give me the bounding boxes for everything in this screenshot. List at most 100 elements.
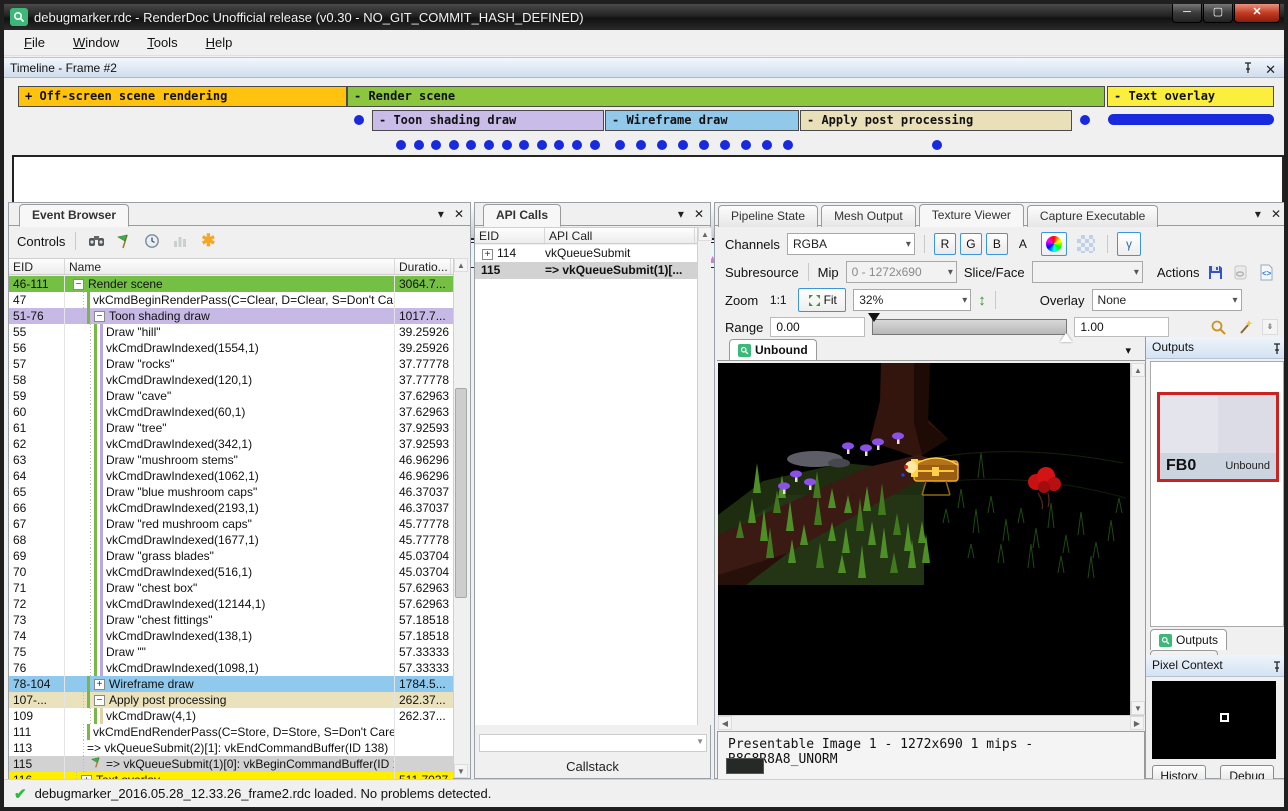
chevron-down-icon[interactable]: ▾ — [1125, 344, 1131, 357]
event-row[interactable]: 63Draw "mushroom stems"46.96296 — [9, 452, 453, 468]
draw-dot-icon[interactable] — [414, 140, 424, 150]
event-row[interactable]: 60vkCmdDrawIndexed(60,1)37.62963 — [9, 404, 453, 420]
timeline-marker[interactable]: - Apply post processing — [800, 110, 1072, 131]
event-row[interactable]: 57Draw "rocks"37.77778 — [9, 356, 453, 372]
event-browser-vscrollbar[interactable]: ▲ ▼ — [453, 258, 467, 778]
event-row[interactable]: 113=> vkQueueSubmit(2)[1]: vkEndCommandB… — [9, 740, 453, 756]
channel-g-button[interactable]: G — [960, 233, 982, 255]
collapse-range-button[interactable]: ⇟ — [1262, 319, 1278, 335]
channels-select[interactable]: RGBA — [787, 233, 915, 255]
column-header[interactable]: EID — [9, 259, 65, 274]
event-row[interactable]: 61Draw "tree"37.92593 — [9, 420, 453, 436]
draw-dot-icon[interactable] — [431, 140, 441, 150]
draw-dot-icon[interactable] — [519, 140, 529, 150]
channel-a-button[interactable]: A — [1012, 233, 1034, 255]
column-header[interactable]: API Call — [545, 228, 695, 243]
menu-window[interactable]: Window — [73, 35, 119, 50]
tab-event-browser[interactable]: Event Browser — [19, 204, 129, 227]
event-row[interactable]: 72vkCmdDrawIndexed(12144,1)57.62963 — [9, 596, 453, 612]
expand-icon[interactable]: + — [482, 249, 493, 260]
collapse-icon[interactable]: − — [94, 695, 105, 706]
event-row[interactable]: 65Draw "blue mushroom caps"46.37037 — [9, 484, 453, 500]
event-row[interactable]: 58vkCmdDrawIndexed(120,1)37.77778 — [9, 372, 453, 388]
draw-dot-icon[interactable] — [657, 140, 667, 150]
draw-dot-icon[interactable] — [636, 140, 646, 150]
draw-dot-icon[interactable] — [699, 140, 709, 150]
event-row[interactable]: 109vkCmdDraw(4,1)262.37... — [9, 708, 453, 724]
timeline-marker[interactable]: - Toon shading draw — [372, 110, 604, 131]
pixel-context-canvas[interactable] — [1152, 681, 1276, 759]
event-row[interactable]: 46-111−Render scene3064.7... — [9, 276, 453, 292]
tab-mesh-output[interactable]: Mesh Output — [821, 205, 916, 227]
flip-y-icon[interactable]: ↕ — [978, 292, 986, 309]
channel-r-button[interactable]: R — [934, 233, 956, 255]
output-thumbnail-fb0[interactable]: FB0 Unbound — [1157, 392, 1279, 482]
draw-dot-icon[interactable] — [720, 140, 730, 150]
mip-select[interactable]: 0 - 1272x690 — [846, 261, 957, 283]
collapse-icon[interactable]: − — [94, 311, 105, 322]
zoom-fit-button[interactable]: Fit — [798, 288, 846, 312]
texture-hscrollbar[interactable]: ◀ ▶ — [718, 715, 1144, 729]
chevron-down-icon[interactable]: ▾ — [1255, 207, 1261, 221]
expand-icon[interactable]: + — [94, 679, 105, 690]
stats-icon[interactable] — [170, 232, 190, 250]
timeline-marker[interactable]: + Off-screen scene rendering — [18, 86, 347, 107]
texture-vscrollbar[interactable]: ▲ ▼ — [1130, 363, 1144, 715]
event-row[interactable]: 75Draw ""57.33333 — [9, 644, 453, 660]
callstack-list[interactable]: ▼ — [479, 734, 707, 752]
event-row[interactable]: 68vkCmdDrawIndexed(1677,1)45.77778 — [9, 532, 453, 548]
event-row[interactable]: 78-104+Wireframe draw1784.5... — [9, 676, 453, 692]
chevron-down-icon[interactable]: ▾ — [678, 207, 684, 221]
link-icon[interactable] — [1232, 263, 1251, 281]
minimize-button[interactable]: ─ — [1172, 4, 1202, 23]
event-row[interactable]: 107-...−Apply post processing262.37... — [9, 692, 453, 708]
event-row[interactable]: 115=> vkQueueSubmit(1)[0]: vkBeginComman… — [9, 756, 453, 772]
draw-dot-icon[interactable] — [354, 115, 364, 125]
event-row[interactable]: 74vkCmdDrawIndexed(138,1)57.18518 — [9, 628, 453, 644]
event-row[interactable]: 73Draw "chest fittings"57.18518 — [9, 612, 453, 628]
texture-image[interactable] — [718, 363, 1130, 715]
tab-capture-executable[interactable]: Capture Executable — [1027, 205, 1158, 227]
event-row[interactable]: 47vkCmdBeginRenderPass(C=Clear, D=Clear,… — [9, 292, 453, 308]
clock-icon[interactable] — [142, 232, 162, 250]
pin-icon[interactable] — [1272, 659, 1282, 680]
api-calls-vscrollbar[interactable]: ▲ — [697, 227, 711, 725]
tab-api-calls[interactable]: API Calls — [483, 204, 561, 227]
event-row[interactable]: 69Draw "grass blades"45.03704 — [9, 548, 453, 564]
draw-dot-icon[interactable] — [537, 140, 547, 150]
event-row[interactable]: 71Draw "chest box"57.62963 — [9, 580, 453, 596]
api-call-row[interactable]: 115=> vkQueueSubmit(1)[... — [475, 262, 697, 279]
close-icon[interactable]: ✕ — [1265, 60, 1276, 80]
draw-dot-icon[interactable] — [572, 140, 582, 150]
timeline-marker[interactable]: - Text overlay — [1107, 86, 1274, 107]
tab-outputs[interactable]: Outputs — [1150, 629, 1227, 650]
draw-range-pill[interactable] — [1108, 114, 1274, 125]
timeline-marker[interactable]: - Wireframe draw — [605, 110, 799, 131]
draw-dot-icon[interactable] — [396, 140, 406, 150]
event-row[interactable]: 111vkCmdEndRenderPass(C=Store, D=Store, … — [9, 724, 453, 740]
draw-dot-icon[interactable] — [762, 140, 772, 150]
zoom-select[interactable]: 32% — [853, 289, 971, 311]
draw-dot-icon[interactable] — [615, 140, 625, 150]
event-row[interactable]: 64vkCmdDrawIndexed(1062,1)46.96296 — [9, 468, 453, 484]
draw-dot-icon[interactable] — [449, 140, 459, 150]
tab-texture-unbound[interactable]: Unbound — [729, 339, 817, 360]
event-row[interactable]: 51-76−Toon shading draw1017.7... — [9, 308, 453, 324]
event-row[interactable]: 70vkCmdDrawIndexed(516,1)45.03704 — [9, 564, 453, 580]
timeline-panel[interactable]: Presentable Image 1 Reads ▲, Clears ▲ an… — [4, 78, 1284, 200]
api-calls-columns[interactable]: EIDAPI Call — [475, 227, 697, 244]
chevron-down-icon[interactable]: ▾ — [438, 207, 444, 221]
draw-dot-icon[interactable] — [466, 140, 476, 150]
gamma-button[interactable]: γ — [1117, 232, 1141, 256]
alpha-checker-button[interactable] — [1074, 233, 1098, 255]
draw-dot-icon[interactable] — [502, 140, 512, 150]
close-icon[interactable]: ✕ — [1271, 207, 1281, 221]
event-browser-columns[interactable]: EIDNameDuratio... — [9, 258, 453, 275]
close-button[interactable]: ✕ — [1234, 4, 1280, 23]
pin-icon[interactable] — [1272, 341, 1282, 362]
event-row[interactable]: 66vkCmdDrawIndexed(2193,1)46.37037 — [9, 500, 453, 516]
menu-help[interactable]: Help — [206, 35, 233, 50]
bookmark-icon[interactable]: ✱ — [198, 232, 218, 250]
pin-icon[interactable] — [1243, 60, 1253, 80]
save-icon[interactable] — [1207, 263, 1226, 281]
